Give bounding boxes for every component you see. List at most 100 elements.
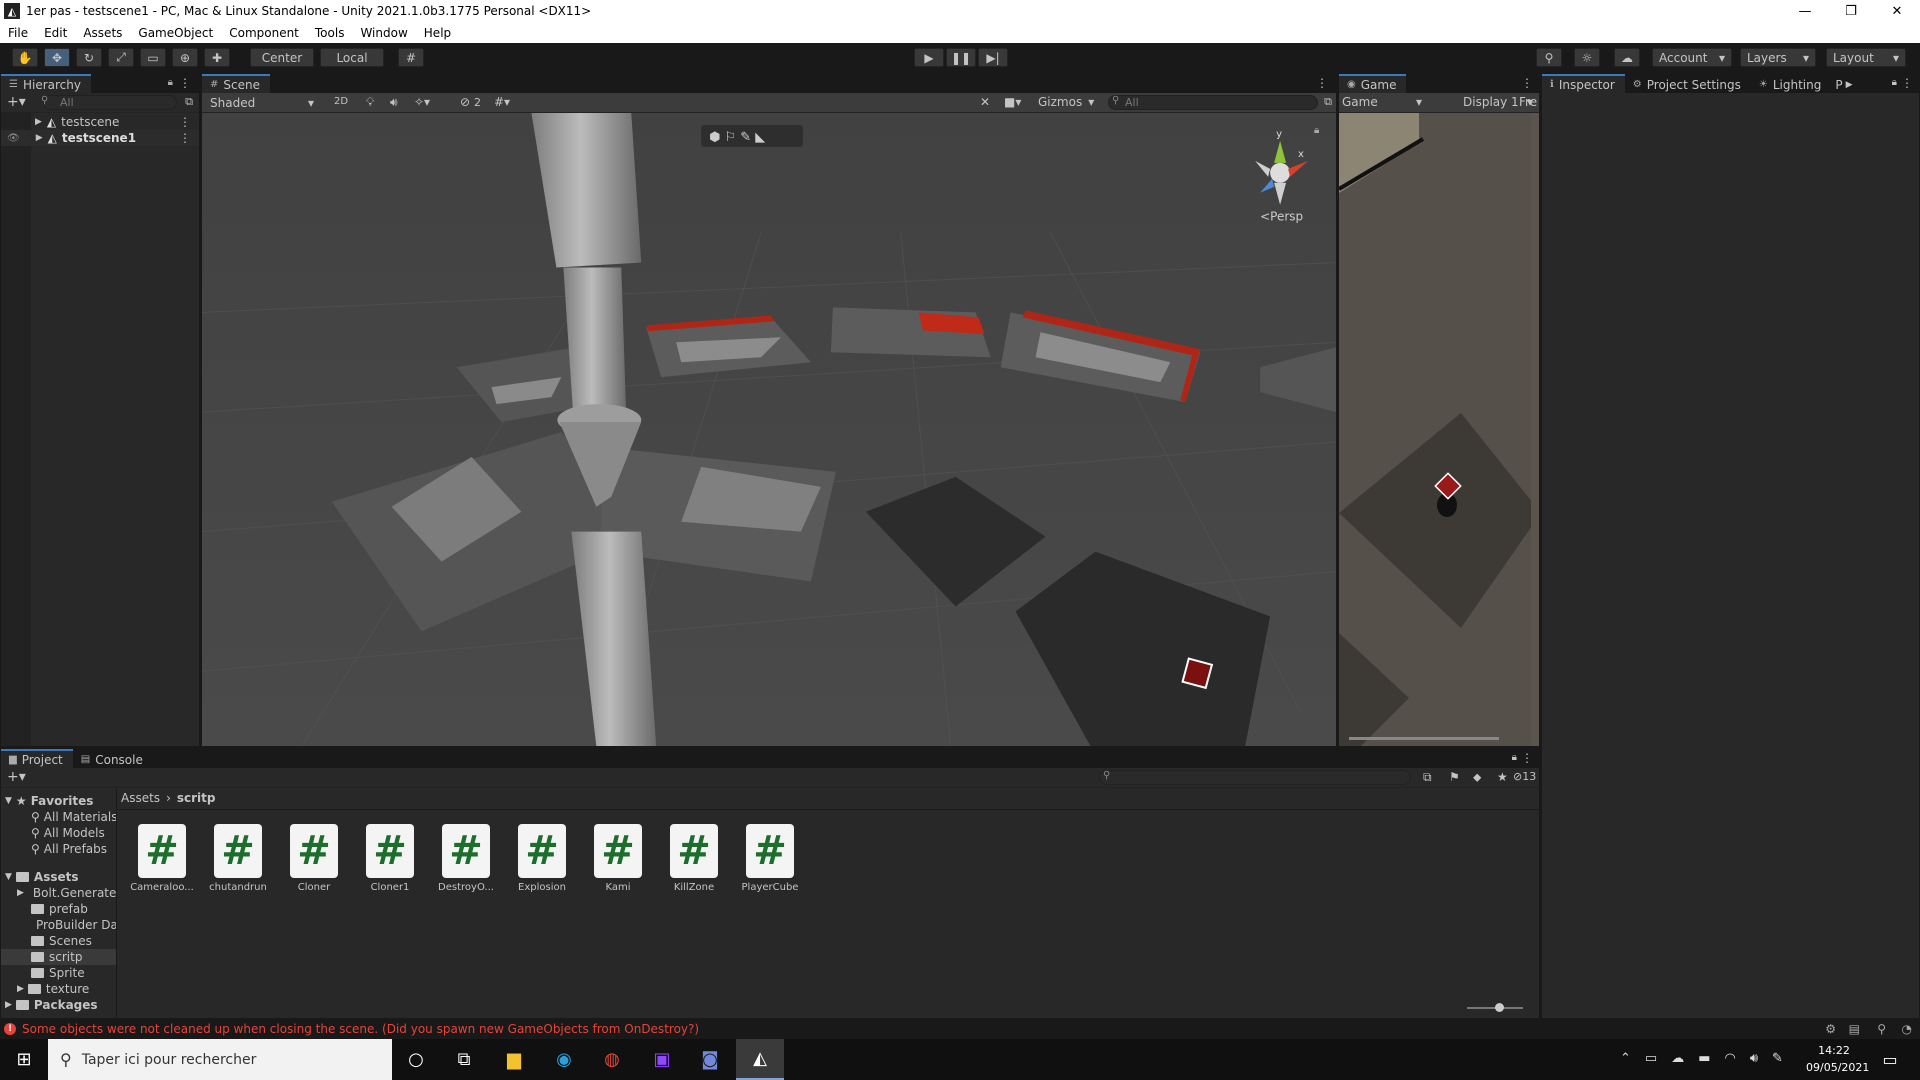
scene-viewport[interactable]: ⬢ ⚐ ✎ ◣ y x <Persp 🔒︎ [202, 113, 1336, 746]
favorite-item[interactable]: ⚲ All Models [1, 825, 116, 841]
expand-arrow-icon[interactable]: ▶ [36, 133, 43, 143]
rotate-tool-icon[interactable]: ↻ [76, 48, 102, 67]
pause-button[interactable]: ❚❚ [946, 48, 976, 67]
folder-item-selected[interactable]: scritp [1, 949, 116, 965]
transform-tool-icon[interactable]: ⊕ [172, 48, 198, 67]
script-asset[interactable]: # Explosion [510, 824, 574, 893]
mode-2d-toggle[interactable]: 2D [334, 96, 348, 107]
favorite-item[interactable]: ⚲ All Prefabs [1, 841, 116, 857]
clock[interactable]: 14:22 09/05/2021 [1806, 1042, 1869, 1076]
file-explorer-icon[interactable]: ▆ [490, 1039, 538, 1080]
chevron-up-icon[interactable]: ⌃ [1620, 1051, 1631, 1066]
horizontal-scrollbar[interactable] [1349, 737, 1499, 740]
folder-item[interactable]: Sprite [1, 965, 116, 981]
kebab-menu-icon[interactable]: ⋮ [1316, 76, 1328, 90]
cortana-icon[interactable]: ○ [392, 1039, 440, 1080]
script-asset[interactable]: # KillZone [662, 824, 726, 893]
battery-icon[interactable]: ▬ [1698, 1051, 1710, 1066]
menu-window[interactable]: Window [352, 26, 415, 40]
wifi-icon[interactable]: ◠ [1725, 1051, 1736, 1066]
tab-project-settings[interactable]: ⚙ Project Settings [1624, 74, 1751, 93]
layers-dropdown[interactable]: Layers ▾ [1740, 48, 1816, 67]
add-icon[interactable]: +▾ [7, 94, 26, 110]
filter-type-icon[interactable]: ⧉ [1423, 770, 1432, 785]
grid-toggle-icon[interactable]: #▾ [494, 95, 510, 109]
debug-icon[interactable]: ⚙ [1825, 1022, 1836, 1036]
onedrive-icon[interactable]: ☁ [1671, 1051, 1684, 1066]
kebab-menu-icon[interactable]: ⋮ [179, 131, 191, 145]
scene-visibility-icon[interactable]: ⧉ [185, 95, 193, 109]
gizmos-dropdown[interactable]: Gizmos ▾ [1038, 95, 1094, 109]
grid-snap-icon[interactable]: # [398, 48, 424, 67]
edge-icon[interactable]: ◉ [540, 1039, 588, 1080]
twitch-icon[interactable]: ▣ [638, 1039, 686, 1080]
filter-icon[interactable]: ⧉ [1324, 95, 1332, 109]
breadcrumb-item[interactable]: Assets [121, 791, 160, 805]
menu-gameobject[interactable]: GameObject [130, 26, 221, 40]
folder-item[interactable]: Scenes [1, 933, 116, 949]
kebab-menu-icon[interactable]: ⋮ [179, 76, 191, 90]
shading-mode-dropdown[interactable]: Shaded ▾ [206, 94, 318, 111]
audio-icon[interactable]: 🔊︎ [390, 95, 398, 110]
camera-icon[interactable]: ■▾ [1004, 95, 1021, 109]
lighting-icon[interactable]: 💡︎ [366, 95, 374, 110]
tab-inspector[interactable]: ℹ Inspector [1542, 74, 1625, 93]
menu-component[interactable]: Component [221, 26, 307, 40]
expand-arrow-icon[interactable]: ▶ [17, 888, 24, 898]
unity-taskbar-icon[interactable]: ◭ [736, 1039, 784, 1080]
create-icon[interactable]: +▾ [7, 769, 26, 785]
close-button[interactable]: ✕ [1874, 0, 1920, 22]
pivot-center-button[interactable]: Center [250, 48, 314, 67]
scale-tool-icon[interactable]: ⤢ [108, 48, 134, 67]
tab-lighting[interactable]: ☀ Lighting [1750, 74, 1832, 93]
eye-icon[interactable]: 👁︎ [7, 133, 20, 144]
pivot-local-button[interactable]: Local [320, 48, 384, 67]
menu-edit[interactable]: Edit [36, 26, 75, 40]
device-icon[interactable]: ▭ [1645, 1051, 1657, 1066]
favorites-header[interactable]: ▼ ★ Favorites [1, 793, 116, 809]
tab-scene[interactable]: # Scene [202, 74, 270, 93]
project-search-input[interactable] [1099, 770, 1411, 785]
volume-icon[interactable]: 🔊︎ [1750, 1051, 1758, 1066]
rect-tool-icon[interactable]: ▭ [140, 48, 166, 67]
game-viewport[interactable] [1339, 113, 1540, 747]
status-bar[interactable]: ! Some objects were not cleaned up when … [0, 1019, 1920, 1039]
scene-tool-overlay[interactable]: ⬢ ⚐ ✎ ◣ [701, 124, 803, 147]
play-button[interactable]: ▶ [914, 48, 944, 67]
hidden-packages-count[interactable]: ⊘13 [1513, 770, 1536, 783]
filter-tag-icon[interactable]: ⬥ [1473, 770, 1481, 785]
game-scrollbar[interactable] [1531, 113, 1540, 747]
tab-hierarchy[interactable]: ☰ Hierarchy [1, 74, 91, 93]
tools-icon[interactable]: ✕ [980, 95, 990, 109]
kebab-menu-icon[interactable]: ⋮ [179, 115, 191, 129]
layout-dropdown[interactable]: Layout ▾ [1826, 48, 1906, 67]
lock-icon[interactable]: 🔒︎ [1512, 752, 1517, 763]
search-icon[interactable]: ⚲ [1536, 48, 1562, 67]
move-tool-icon[interactable]: ✥ [44, 48, 70, 67]
tab-game[interactable]: ◉ Game [1339, 74, 1407, 93]
discord-icon[interactable]: ◙ [686, 1039, 734, 1080]
kebab-menu-icon[interactable]: ⋮ [1901, 76, 1913, 90]
favorite-star-icon[interactable]: ★ [1497, 770, 1508, 784]
menu-assets[interactable]: Assets [75, 26, 130, 40]
lock-icon[interactable]: 🔒︎ [1892, 77, 1897, 88]
collab-icon[interactable]: ☼ [1574, 48, 1600, 67]
script-asset[interactable]: # DestroyO... [434, 824, 498, 893]
script-asset[interactable]: # Cloner1 [358, 824, 422, 893]
filter-label-icon[interactable]: ⚑ [1449, 770, 1460, 784]
menu-tools[interactable]: Tools [307, 26, 353, 40]
folder-item[interactable]: ProBuilder Data [1, 917, 116, 933]
progress-icon[interactable]: ◔ [1902, 1022, 1912, 1036]
pen-icon[interactable]: ✎ [1772, 1051, 1783, 1066]
cache-icon[interactable]: ▤ [1849, 1022, 1860, 1036]
scene-search-input[interactable]: All [1108, 95, 1318, 110]
account-dropdown[interactable]: Account ▾ [1652, 48, 1732, 67]
script-asset[interactable]: # chutandrun [206, 824, 270, 893]
hierarchy-search-input[interactable]: All [43, 95, 177, 110]
assets-header[interactable]: ▼ Assets [1, 869, 116, 885]
hand-tool-icon[interactable]: ✋ [12, 48, 38, 67]
taskbar-search-box[interactable]: ⚲ Taper ici pour rechercher [48, 1039, 392, 1080]
player-cube[interactable] [1181, 657, 1214, 690]
tab-project[interactable]: ▆ Project [1, 749, 73, 768]
script-asset[interactable]: # Kami [586, 824, 650, 893]
